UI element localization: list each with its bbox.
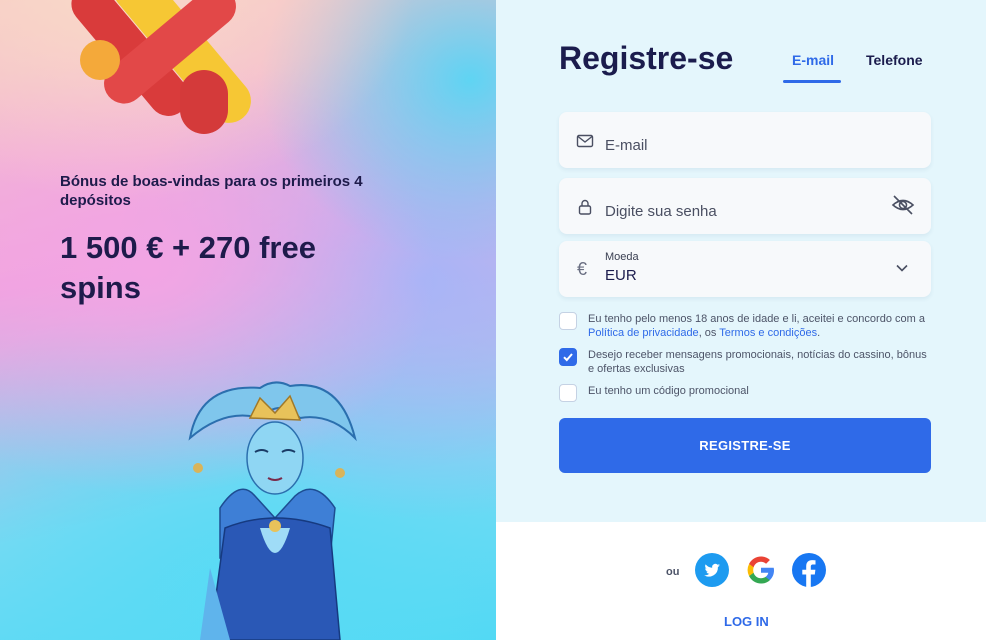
password-input[interactable] <box>605 200 885 222</box>
chevron-down-icon[interactable] <box>895 261 909 275</box>
tab-phone[interactable]: Telefone <box>866 52 923 68</box>
register-button[interactable]: REGISTRE-SE <box>559 418 931 473</box>
promo-messages-text: Desejo receber mensagens promocionais, n… <box>588 349 927 375</box>
currency-value: EUR <box>605 267 637 284</box>
lock-icon <box>578 199 592 215</box>
age-terms-text: Eu tenho pelo menos 18 anos de idade e l… <box>588 313 925 339</box>
eye-off-icon[interactable] <box>891 193 915 217</box>
promo-amount: 1 500 € + 270 free spins <box>60 230 316 305</box>
password-field[interactable] <box>559 178 931 234</box>
promo-subtitle: Bónus de boas-vindas para os primeiros 4… <box>60 173 363 209</box>
promo-messages-checkbox[interactable] <box>559 348 577 366</box>
terms-link[interactable]: Termos e condições <box>719 327 817 339</box>
mail-icon <box>576 134 594 148</box>
jester-character-illustration <box>188 381 357 640</box>
twitter-icon[interactable] <box>695 553 729 587</box>
privacy-policy-link[interactable]: Política de privacidade <box>588 327 699 339</box>
login-link[interactable]: LOG IN <box>724 614 769 629</box>
age-terms-checkbox[interactable] <box>559 312 577 330</box>
checkmark-icon <box>563 353 573 362</box>
or-label: ou <box>666 566 680 578</box>
form-title: Registre-se <box>559 40 734 76</box>
promo-code-text: Eu tenho um código promocional <box>588 385 749 397</box>
currency-select[interactable]: € Moeda EUR <box>559 241 931 297</box>
gift-bow-illustration <box>71 0 251 134</box>
promo-code-checkbox[interactable] <box>559 384 577 402</box>
euro-icon: € <box>577 259 588 279</box>
registration-form-panel: Registre-se E-mail Telefone € Moeda EUR … <box>496 0 986 522</box>
email-input[interactable] <box>605 134 885 156</box>
tab-email[interactable]: E-mail <box>792 52 834 68</box>
facebook-icon[interactable] <box>792 553 826 587</box>
currency-label: Moeda <box>605 251 639 263</box>
active-tab-indicator <box>783 80 841 83</box>
promo-panel: Bónus de boas-vindas para os primeiros 4… <box>0 0 496 640</box>
google-icon[interactable] <box>744 553 778 587</box>
email-field[interactable] <box>559 112 931 168</box>
